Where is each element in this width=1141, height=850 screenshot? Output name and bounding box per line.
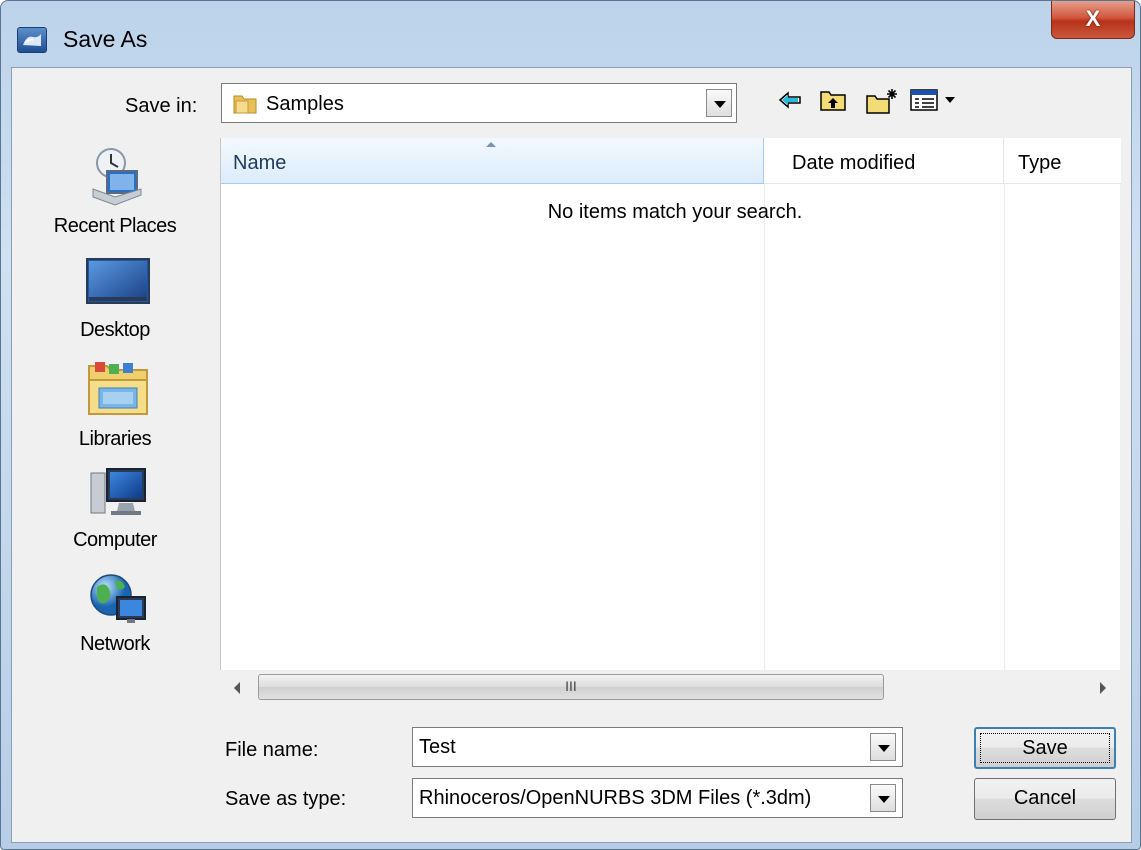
save-in-combobox[interactable]: Samples bbox=[221, 83, 737, 123]
save-as-type-dropdown-button[interactable] bbox=[870, 784, 896, 812]
up-folder-icon[interactable] bbox=[819, 87, 847, 118]
network-label: Network bbox=[80, 633, 150, 655]
place-libraries[interactable]: Libraries bbox=[15, 356, 215, 452]
sort-ascending-icon bbox=[486, 142, 496, 147]
column-header-date-modified[interactable]: Date modified bbox=[764, 138, 1004, 184]
column-header-name[interactable]: Name bbox=[221, 138, 764, 184]
places-bar: Recent Places Desktop Libraries Computer… bbox=[15, 141, 215, 701]
column-divider bbox=[1004, 184, 1005, 670]
file-name-input[interactable]: Test bbox=[412, 727, 903, 767]
horizontal-scrollbar[interactable]: III bbox=[220, 670, 1120, 708]
libraries-label: Libraries bbox=[78, 428, 152, 450]
file-name-label: File name: bbox=[225, 739, 319, 761]
view-menu-icon[interactable] bbox=[909, 87, 961, 118]
save-in-dropdown-button[interactable] bbox=[706, 89, 732, 117]
network-icon bbox=[87, 567, 149, 634]
folder-icon bbox=[232, 92, 258, 121]
file-list[interactable]: Name Date modified Type No items match y… bbox=[220, 138, 1121, 670]
save-in-label: Save in: bbox=[125, 95, 198, 117]
desktop-label: Desktop bbox=[80, 319, 150, 341]
file-name-dropdown-button[interactable] bbox=[870, 733, 896, 761]
place-computer[interactable]: Computer bbox=[15, 461, 215, 557]
file-list-header: Name Date modified Type bbox=[221, 138, 1121, 184]
scroll-right-arrow-icon[interactable] bbox=[1100, 682, 1106, 694]
column-header-type-label: Type bbox=[1018, 152, 1062, 174]
computer-label: Computer bbox=[73, 529, 157, 551]
cancel-button-label: Cancel bbox=[1013, 787, 1077, 809]
empty-list-message: No items match your search. bbox=[547, 201, 803, 223]
save-as-type-label: Save as type: bbox=[225, 788, 347, 810]
place-network[interactable]: Network bbox=[15, 563, 215, 659]
save-button[interactable]: Save bbox=[974, 727, 1116, 769]
new-folder-icon[interactable] bbox=[865, 87, 899, 120]
close-button[interactable]: X bbox=[1051, 1, 1135, 39]
window-title: Save As bbox=[63, 26, 148, 52]
computer-icon bbox=[89, 463, 149, 528]
scroll-left-arrow-icon[interactable] bbox=[234, 682, 240, 694]
libraries-icon bbox=[85, 358, 151, 423]
focus-rectangle bbox=[980, 733, 1110, 763]
column-header-date-label: Date modified bbox=[792, 152, 916, 174]
place-recent-places[interactable]: Recent Places bbox=[15, 141, 215, 241]
column-divider bbox=[764, 184, 765, 670]
cancel-button[interactable]: Cancel bbox=[974, 778, 1116, 820]
scrollbar-thumb[interactable]: III bbox=[258, 674, 884, 700]
save-as-type-select[interactable]: Rhinoceros/OpenNURBS 3DM Files (*.3dm) bbox=[412, 778, 903, 818]
column-header-name-label: Name bbox=[233, 152, 287, 174]
column-header-type[interactable]: Type bbox=[1004, 138, 1121, 184]
recent-places-icon bbox=[85, 145, 149, 214]
rhino-app-icon bbox=[17, 27, 47, 53]
desktop-icon bbox=[85, 257, 151, 314]
save-as-dialog: Save As X Save in: Samples Recent Places… bbox=[0, 0, 1141, 850]
recent-places-label: Recent Places bbox=[53, 215, 177, 237]
place-desktop[interactable]: Desktop bbox=[15, 251, 215, 347]
back-arrow-icon[interactable] bbox=[777, 87, 803, 118]
save-in-value: Samples bbox=[266, 93, 344, 115]
